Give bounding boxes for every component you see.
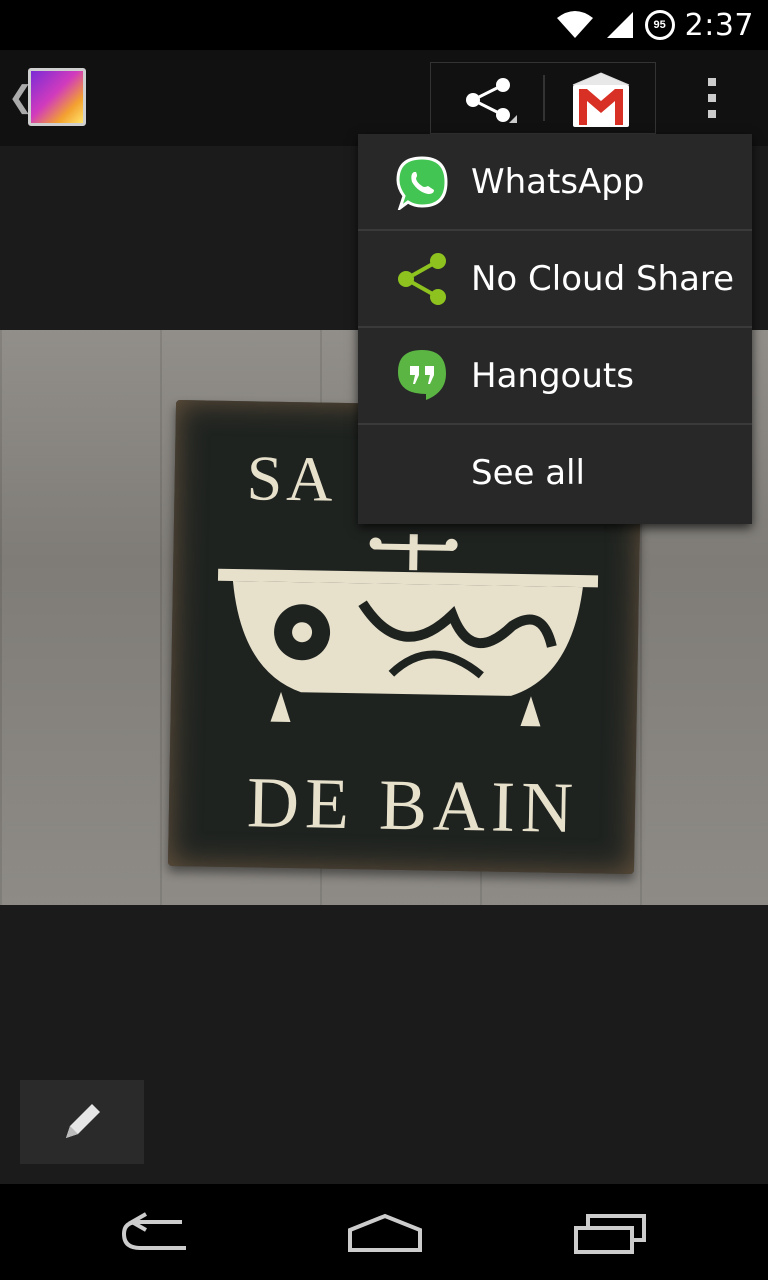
share-menu-item-see-all[interactable]: See all — [358, 425, 752, 520]
menu-label: Hangouts — [471, 355, 634, 396]
battery-icon: 95 — [644, 10, 675, 40]
sign-text-top: SA — [246, 442, 338, 515]
whatsapp-icon — [396, 155, 448, 210]
home-icon[interactable] — [340, 1208, 430, 1258]
edit-button[interactable] — [20, 1080, 144, 1164]
hangouts-icon — [398, 349, 446, 400]
gmail-icon[interactable] — [571, 71, 631, 129]
back-icon[interactable] — [116, 1208, 206, 1258]
share-icon[interactable] — [459, 75, 519, 125]
no-cloud-share-icon — [398, 252, 446, 305]
share-menu-item-hangouts[interactable]: Hangouts — [358, 328, 752, 425]
action-bar: ❮ — [0, 50, 768, 146]
navigation-bar — [0, 1184, 768, 1280]
share-menu: WhatsApp No Cloud Share Hangouts See all — [358, 134, 752, 524]
signal-icon — [606, 12, 633, 38]
bathtub-illustration — [217, 534, 599, 727]
menu-label: WhatsApp — [471, 161, 645, 202]
gallery-icon[interactable] — [28, 68, 86, 126]
pencil-icon — [66, 1104, 100, 1138]
status-icons: 95 2:37 — [555, 0, 754, 50]
wifi-icon — [556, 11, 593, 38]
share-action-group — [430, 62, 656, 134]
overflow-menu-icon[interactable] — [690, 70, 734, 126]
sign-text-bottom: DE BAIN — [246, 762, 580, 849]
share-menu-item-no-cloud-share[interactable]: No Cloud Share — [358, 231, 752, 328]
status-bar: 95 2:37 — [0, 0, 768, 50]
menu-label: See all — [471, 452, 585, 493]
recents-icon[interactable] — [566, 1208, 656, 1258]
share-menu-item-whatsapp[interactable]: WhatsApp — [358, 134, 752, 231]
clock: 2:37 — [684, 7, 754, 43]
menu-label: No Cloud Share — [471, 258, 735, 299]
share-divider — [543, 75, 545, 121]
battery-level: 95 — [653, 19, 666, 31]
